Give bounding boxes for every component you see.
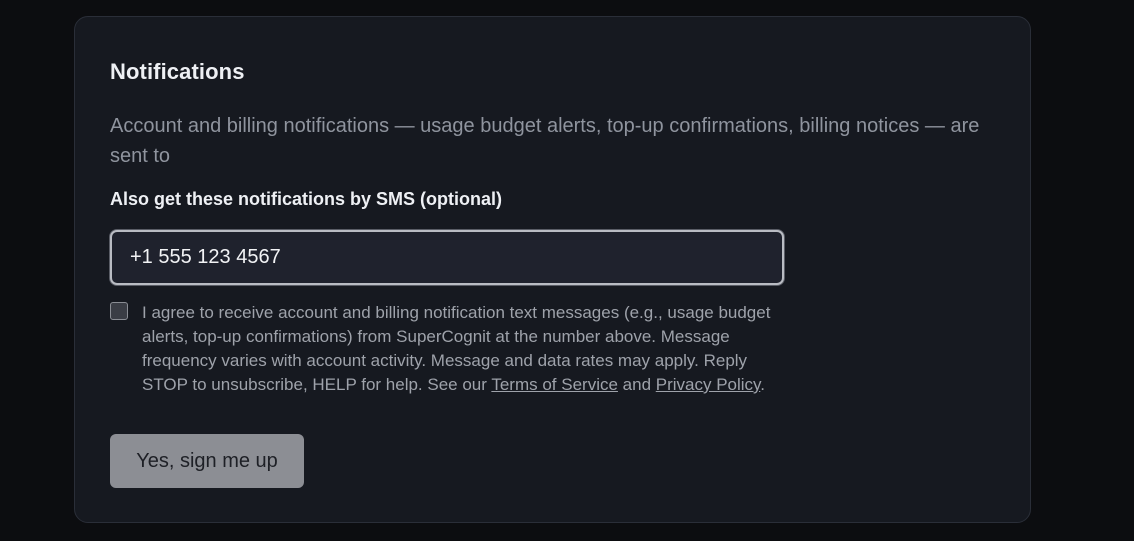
section-title: Notifications bbox=[110, 59, 245, 84]
section-description: Account and billing notifications — usag… bbox=[110, 115, 980, 167]
terms-of-service-link[interactable]: Terms of Service bbox=[491, 375, 618, 394]
notifications-card: Notifications Account and billing notifi… bbox=[74, 16, 1031, 523]
privacy-policy-link[interactable]: Privacy Policy bbox=[656, 375, 761, 394]
sign-up-button[interactable]: Yes, sign me up bbox=[110, 434, 304, 488]
sms-consent-checkbox[interactable] bbox=[110, 302, 128, 320]
sms-label: Also get these notifications by SMS (opt… bbox=[110, 189, 503, 209]
consent-text-after: . bbox=[760, 375, 766, 394]
sms-consent-text: I agree to receive account and billing n… bbox=[142, 301, 782, 397]
consent-text-middle: and bbox=[617, 375, 656, 394]
phone-number-input[interactable] bbox=[110, 230, 784, 285]
